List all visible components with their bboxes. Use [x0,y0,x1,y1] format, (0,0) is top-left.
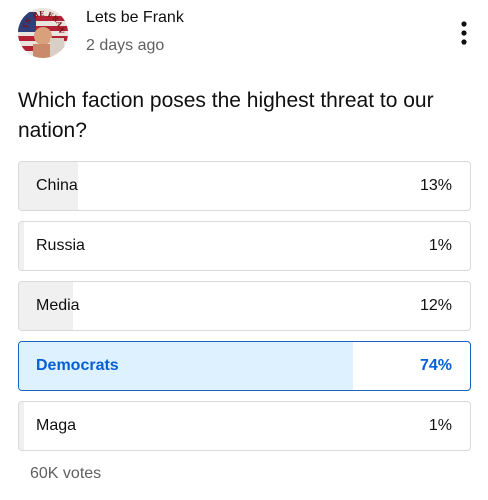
poll-option-democrats[interactable]: Democrats 74% [18,341,471,391]
channel-avatar[interactable]: LETS BE FRANK [18,8,68,58]
poll-option-label: Democrats [36,357,119,374]
poll-option-label: Media [36,297,80,314]
poll-option-percent: 1% [428,237,452,254]
poll-option-media[interactable]: Media 12% [18,281,471,331]
poll-option-russia[interactable]: Russia 1% [18,221,471,271]
poll-option-percent: 13% [419,177,452,194]
avatar-image: LETS BE FRANK [18,8,68,58]
poll-option-bar [19,402,24,450]
poll-option-label: Maga [36,417,77,434]
more-options-button[interactable] [452,16,476,50]
poll-option-label: China [36,177,78,194]
post-header: LETS BE FRANK Lets be Frank 2 days ago [0,0,488,70]
poll-option-percent: 74% [419,357,452,374]
poll-option-bar [19,222,24,270]
channel-name[interactable]: Lets be Frank [86,9,184,27]
vote-count: 60K votes [30,465,102,482]
more-vert-icon [461,21,467,45]
post-time[interactable]: 2 days ago [86,37,164,55]
poll-option-percent: 12% [419,297,452,314]
poll-options: China 13% Russia 1% Media 12% Democrats … [18,161,471,461]
poll-option-maga[interactable]: Maga 1% [18,401,471,451]
poll-option-label: Russia [36,237,85,254]
poll-option-china[interactable]: China 13% [18,161,471,211]
poll-question: Which faction poses the highest threat t… [18,89,434,142]
poll-option-percent: 1% [428,417,452,434]
